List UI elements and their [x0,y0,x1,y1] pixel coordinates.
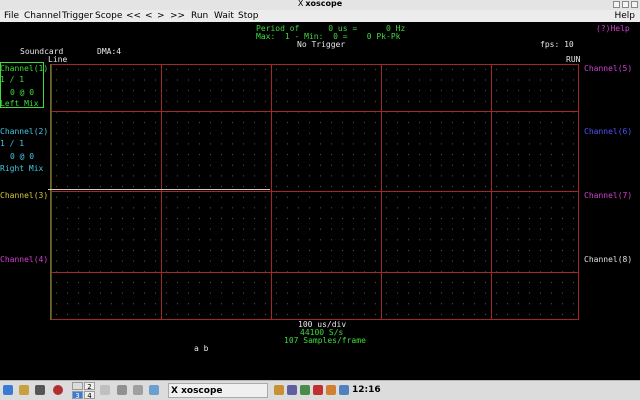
channel-7-label[interactable]: Channel(7) [584,192,632,200]
network-icon[interactable] [117,385,127,395]
grid-vline [161,65,162,319]
grid-hline [52,111,578,112]
menu-run[interactable]: Run [191,10,208,22]
channel-8-label[interactable]: Channel(8) [584,256,632,264]
graticule [51,64,579,320]
menu-channel[interactable]: Channel [24,10,61,22]
mixer-icon[interactable] [326,385,336,395]
menu-help[interactable]: Help [614,10,635,22]
scope-help[interactable]: (?)Help [596,25,630,33]
grid-vline [381,65,382,319]
start-menu-icon[interactable] [3,385,13,395]
menu-wait[interactable]: Wait [214,10,234,22]
channel-2-position: 0 @ 0 [10,152,35,161]
warning-icon[interactable] [313,385,323,395]
channel-1-position: 0 @ 0 [10,88,35,97]
task-title: xoscope [181,386,223,396]
channel-2-source: Right Mix [0,164,44,173]
channel-6-label[interactable]: Channel(6) [584,128,632,136]
dma-label: DMA:4 [97,47,122,56]
battery-icon[interactable] [300,385,310,395]
grid-hline [52,272,578,273]
line-label: Line [48,55,68,64]
channel-5-label[interactable]: Channel(5) [584,65,632,73]
channel-2-scale: 1 / 1 [0,139,25,148]
app-icon[interactable] [149,385,159,395]
desktop-2[interactable]: 2 [84,382,95,391]
home-icon[interactable] [19,385,29,395]
desktop-4[interactable]: 4 [84,391,95,400]
run-status: RUN [566,55,581,64]
menubar: File Channel Trigger Scope << < > >> Run… [0,10,640,22]
samples-per-frame: 107 Samples/frame [284,336,366,345]
grid-vline [491,65,492,319]
grid-hline [52,191,578,192]
menu-scope[interactable]: Scope [95,10,122,22]
menu-stop[interactable]: Stop [238,10,258,22]
desktop-1[interactable] [72,382,83,390]
minimize-button[interactable] [613,1,620,8]
menu-trigger[interactable]: Trigger [62,10,93,22]
maximize-button[interactable] [622,1,629,8]
menu-scroll-fast-right[interactable]: >> [170,10,185,22]
keyboard-icon[interactable] [274,385,284,395]
editor-icon[interactable] [100,385,110,395]
close-button[interactable] [631,1,638,8]
clock[interactable]: 12:16 [352,381,381,400]
menu-scroll-left[interactable]: < [145,10,153,22]
x-task-icon: X [171,386,182,396]
x-app-icon: X [297,0,304,8]
math-channels: a b [194,344,209,353]
channel-1-source: Left Mix [0,99,39,108]
taskbar: 2 3 4 X xoscope 12:16 [0,380,640,400]
fps-readout: fps: 10 [540,40,574,49]
channel-4-label[interactable]: Channel(4) [0,256,48,264]
task-button-xoscope[interactable]: X xoscope [168,383,268,398]
terminal-icon[interactable] [35,385,45,395]
signal-trace [48,189,270,190]
channel-3-label[interactable]: Channel(3) [0,192,48,200]
menu-file[interactable]: File [4,10,19,22]
menu-scroll-fast-left[interactable]: << [126,10,141,22]
ladybug-icon[interactable] [53,385,63,395]
tray-icon[interactable] [339,385,349,395]
volume-icon[interactable] [287,385,297,395]
grid-vline [271,65,272,319]
channel-axis [50,64,51,320]
menu-scroll-right[interactable]: > [157,10,165,22]
channel-2-label[interactable]: Channel(2) [0,128,48,136]
desktop-pager[interactable]: 2 3 4 [72,382,96,400]
channel-1-label[interactable]: Channel(1) [0,65,48,73]
trigger-status: No Trigger [297,40,346,49]
monitor-icon[interactable] [133,385,143,395]
desktop-3[interactable]: 3 [72,391,83,400]
window-title-text: xoscope [305,0,343,8]
channel-1-scale: 1 / 1 [0,75,25,84]
window-title: Xxoscope [0,0,640,8]
